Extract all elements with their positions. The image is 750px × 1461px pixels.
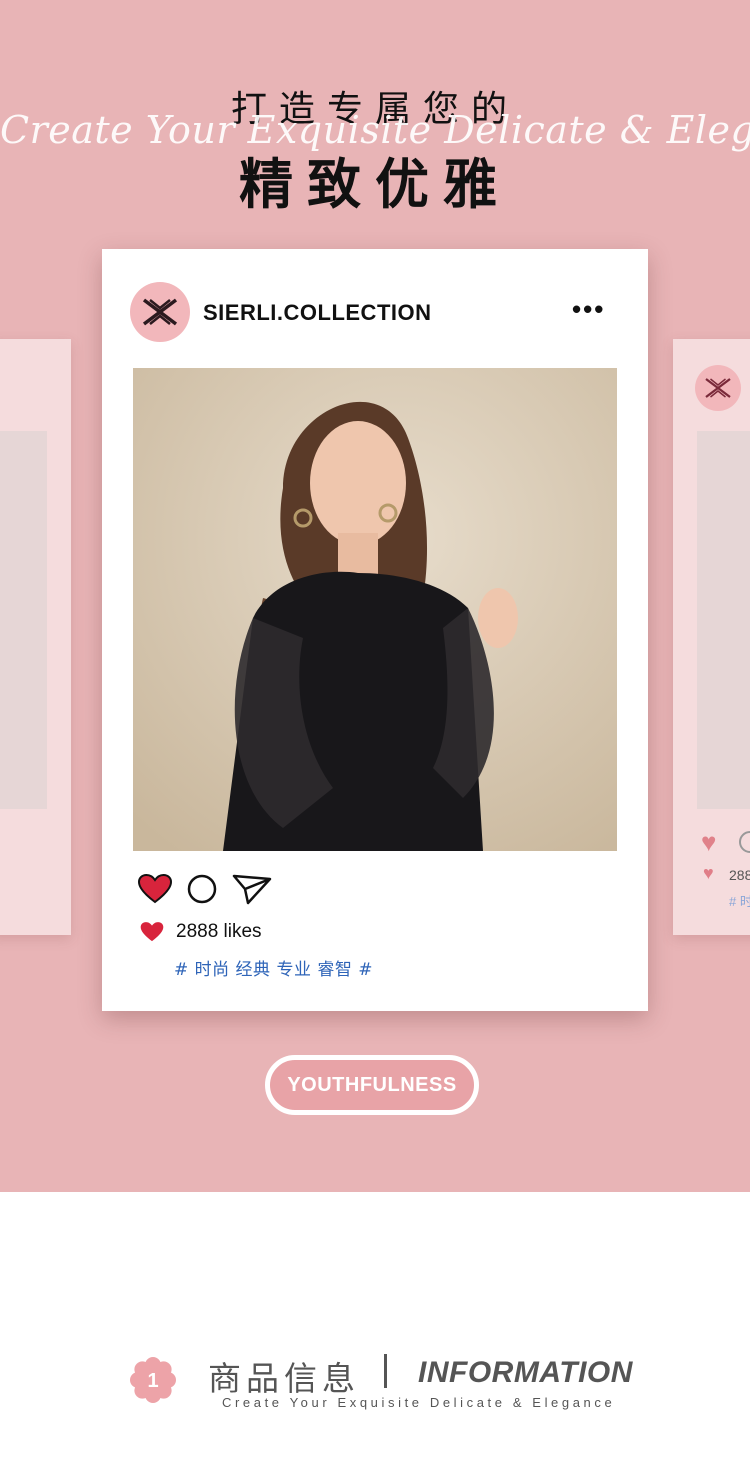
side-avatar bbox=[695, 365, 741, 411]
hashtags[interactable]: # 时尚 经典 专业 睿智 # bbox=[174, 955, 373, 980]
heart-icon[interactable] bbox=[138, 874, 172, 904]
side-card-photo bbox=[0, 431, 47, 809]
hero-section: 打造专属您的 Create Your Exquisite Delicate & … bbox=[0, 0, 750, 1192]
brand-logo-icon bbox=[705, 378, 731, 398]
info-title-cn: 商品信息 bbox=[208, 1359, 360, 1398]
info-section: 1 商品信息 INFORMATION Create Your Exquisite… bbox=[0, 1192, 750, 1461]
side-card-photo bbox=[697, 431, 750, 809]
badge-number: 1 bbox=[147, 1370, 158, 1392]
share-icon[interactable] bbox=[232, 873, 272, 905]
comment-icon[interactable] bbox=[186, 873, 218, 905]
likes-row: 2888 likes bbox=[140, 921, 262, 943]
side-hashtag: # 时 bbox=[729, 894, 750, 909]
likes-count[interactable]: 2888 likes bbox=[176, 921, 262, 943]
comment-icon bbox=[739, 831, 750, 853]
post-actions bbox=[138, 873, 272, 905]
pill-label: YOUTHFULNESS bbox=[287, 1073, 457, 1096]
post-photo bbox=[133, 368, 617, 851]
post-username[interactable]: SIERLI.COLLECTION bbox=[203, 300, 432, 326]
heart-icon: ♥ bbox=[701, 827, 717, 857]
youthfulness-button[interactable]: YOUTHFULNESS bbox=[265, 1055, 479, 1115]
side-card-right[interactable]: ♥ ♥ 288 # 时 bbox=[673, 339, 750, 935]
side-card-left[interactable] bbox=[0, 339, 71, 935]
heart-icon bbox=[140, 922, 164, 942]
side-likes: 288 bbox=[729, 867, 750, 883]
headline-line2: 精致优雅 bbox=[239, 153, 511, 216]
title-divider bbox=[384, 1354, 387, 1388]
info-title-en: INFORMATION bbox=[418, 1356, 633, 1389]
brand-logo-icon bbox=[142, 298, 178, 326]
flower-badge-icon: 1 bbox=[130, 1357, 176, 1403]
avatar[interactable] bbox=[130, 282, 190, 342]
more-options-icon[interactable]: ••• bbox=[572, 294, 605, 325]
info-subtitle: Create Your Exquisite Delicate & Eleganc… bbox=[222, 1395, 616, 1410]
heart-icon: ♥ bbox=[703, 863, 714, 883]
post-card: SIERLI.COLLECTION ••• 2888 likes # 时尚 经典… bbox=[102, 249, 648, 1011]
model-photo bbox=[133, 368, 617, 851]
